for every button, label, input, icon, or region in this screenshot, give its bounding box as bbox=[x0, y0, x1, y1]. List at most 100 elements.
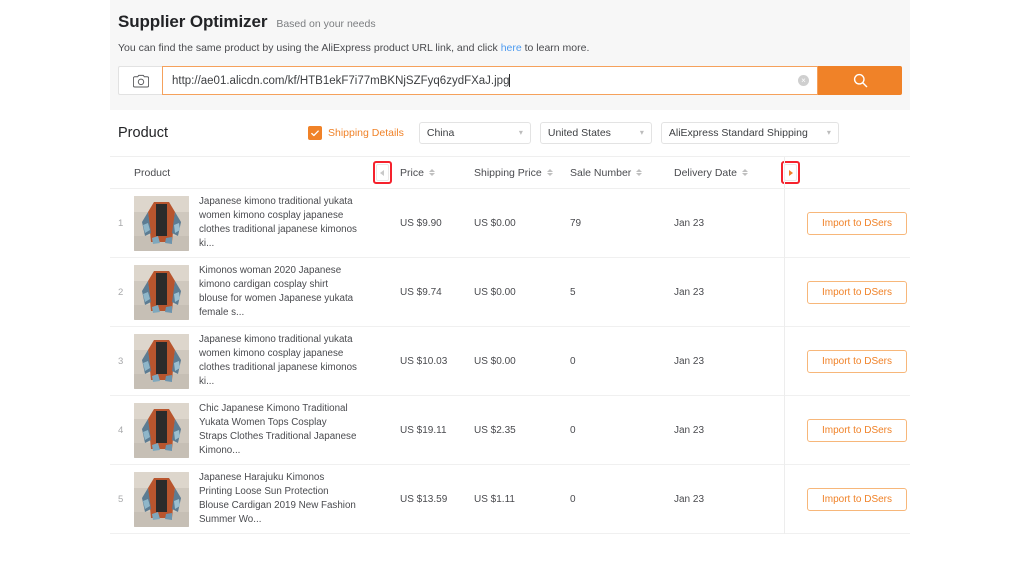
search-icon bbox=[853, 73, 867, 88]
product-price: US $13.59 bbox=[400, 493, 448, 505]
product-section-title: Product bbox=[118, 125, 168, 141]
column-header-sale-number-label: Sale Number bbox=[570, 166, 632, 179]
import-to-dsers-button[interactable]: Import to DSers bbox=[807, 280, 907, 304]
product-sale-number: 5 bbox=[570, 286, 576, 298]
text-caret bbox=[509, 74, 511, 87]
product-shipping-price: US $0.00 bbox=[474, 217, 516, 229]
row-index: 2 bbox=[118, 286, 124, 298]
product-thumbnail[interactable] bbox=[134, 471, 189, 527]
sort-icon[interactable] bbox=[742, 169, 749, 176]
row-action-cell: Import to DSers bbox=[807, 211, 907, 235]
ship-from-select[interactable]: China ▾ bbox=[418, 122, 531, 144]
table-header-row: Product Price Shipping Price Sale Number… bbox=[110, 157, 910, 189]
import-to-dsers-button[interactable]: Import to DSers bbox=[807, 211, 907, 235]
shipping-details-label: Shipping Details bbox=[327, 127, 404, 139]
scroll-right-wrapper bbox=[769, 161, 807, 184]
hint-text-before: You can find the same product by using t… bbox=[118, 42, 501, 54]
product-delivery-date: Jan 23 bbox=[674, 217, 705, 229]
column-header-product-label: Product bbox=[134, 166, 171, 179]
chevron-down-icon: ▾ bbox=[518, 128, 523, 137]
column-header-shipping-price-label: Shipping Price bbox=[474, 166, 542, 179]
column-header-delivery-date[interactable]: Delivery Date bbox=[674, 167, 769, 179]
row-action-cell: Import to DSers bbox=[807, 487, 907, 511]
product-name: Japanese kimono traditional yukata women… bbox=[199, 195, 357, 250]
product-name: Kimonos woman 2020 Japanese kimono cardi… bbox=[199, 264, 354, 319]
row-action-cell: Import to DSers bbox=[807, 349, 907, 373]
product-sale-number: 0 bbox=[570, 355, 576, 367]
page-title-main: Supplier Optimizer bbox=[118, 12, 268, 31]
url-input-value: http://ae01.alicdn.com/kf/HTB1ekF7i77mBK… bbox=[172, 74, 510, 87]
product-thumbnail[interactable] bbox=[134, 333, 189, 389]
row-product-cell: Chic Japanese Kimono Traditional Yukata … bbox=[134, 402, 364, 459]
column-header-sale-number[interactable]: Sale Number bbox=[570, 167, 674, 179]
product-sale-number: 0 bbox=[570, 493, 576, 505]
shipping-method-select[interactable]: AliExpress Standard Shipping ▾ bbox=[660, 122, 839, 144]
search-bar: http://ae01.alicdn.com/kf/HTB1ekF7i77mBK… bbox=[118, 66, 902, 95]
product-delivery-date: Jan 23 bbox=[674, 493, 705, 505]
row-action-cell: Import to DSers bbox=[807, 418, 907, 442]
column-header-shipping-price[interactable]: Shipping Price bbox=[474, 167, 570, 179]
hint-link-here[interactable]: here bbox=[501, 42, 522, 54]
product-thumbnail[interactable] bbox=[134, 195, 189, 251]
table-body: 1 Japanese kimono traditional yukata wom… bbox=[110, 189, 910, 534]
page-title: Supplier Optimizer Based on your needs bbox=[118, 12, 902, 32]
import-to-dsers-button[interactable]: Import to DSers bbox=[807, 487, 907, 511]
camera-icon bbox=[132, 74, 149, 87]
row-action-cell: Import to DSers bbox=[807, 280, 907, 304]
kimono-product-image bbox=[134, 333, 189, 389]
product-price: US $9.90 bbox=[400, 217, 442, 229]
import-to-dsers-button[interactable]: Import to DSers bbox=[807, 349, 907, 373]
product-delivery-date: Jan 23 bbox=[674, 355, 705, 367]
import-to-dsers-button[interactable]: Import to DSers bbox=[807, 418, 907, 442]
checkbox-box bbox=[307, 126, 322, 140]
table-row[interactable]: 3 Japanese kimono traditional yukata wom… bbox=[110, 327, 910, 396]
search-button[interactable] bbox=[818, 66, 902, 95]
row-index: 1 bbox=[118, 217, 124, 229]
camera-upload-button[interactable] bbox=[118, 66, 162, 95]
product-delivery-date: Jan 23 bbox=[674, 286, 705, 298]
row-product-cell: Japanese Harajuku Kimonos Printing Loose… bbox=[134, 471, 364, 528]
table-row[interactable]: 1 Japanese kimono traditional yukata wom… bbox=[110, 189, 910, 258]
column-header-delivery-date-label: Delivery Date bbox=[674, 166, 738, 179]
scroll-left-button[interactable] bbox=[375, 164, 389, 181]
product-name: Japanese Harajuku Kimonos Printing Loose… bbox=[199, 471, 356, 526]
sort-icon[interactable] bbox=[636, 169, 643, 176]
product-price: US $19.11 bbox=[400, 424, 447, 436]
product-shipping-price: US $2.35 bbox=[474, 424, 516, 436]
sort-icon[interactable] bbox=[546, 169, 553, 176]
row-index: 5 bbox=[118, 493, 124, 505]
row-index: 3 bbox=[118, 355, 124, 367]
kimono-product-image bbox=[134, 402, 189, 458]
product-thumbnail[interactable] bbox=[134, 402, 189, 458]
sort-icon[interactable] bbox=[428, 169, 435, 176]
column-header-product: Product bbox=[134, 167, 364, 179]
table-row[interactable]: 4 Chic Japanese Kimono Traditional Yukat… bbox=[110, 396, 910, 465]
product-sale-number: 79 bbox=[570, 217, 582, 229]
product-name: Chic Japanese Kimono Traditional Yukata … bbox=[199, 402, 357, 457]
column-header-price[interactable]: Price bbox=[400, 167, 474, 179]
ship-to-select[interactable]: United States ▾ bbox=[539, 122, 652, 144]
chevron-down-icon: ▾ bbox=[639, 128, 644, 137]
hint-text: You can find the same product by using t… bbox=[118, 42, 902, 54]
product-delivery-date: Jan 23 bbox=[674, 424, 705, 436]
filter-bar: Product Shipping Details China ▾ United … bbox=[110, 110, 910, 157]
page-title-subtitle: Based on your needs bbox=[276, 18, 376, 30]
clear-input-icon[interactable]: × bbox=[798, 75, 809, 86]
fixed-column-divider bbox=[784, 157, 785, 188]
table-row[interactable]: 2 Kimonos woman 2020 Japanese kimono car… bbox=[110, 258, 910, 327]
shipping-method-value: AliExpress Standard Shipping bbox=[668, 127, 808, 139]
caret-left-icon bbox=[380, 169, 384, 176]
product-price: US $9.74 bbox=[400, 286, 442, 298]
product-thumbnail[interactable] bbox=[134, 264, 189, 320]
shipping-details-checkbox[interactable]: Shipping Details bbox=[307, 126, 404, 140]
kimono-product-image bbox=[134, 471, 189, 527]
fixed-column-divider bbox=[784, 189, 785, 534]
kimono-product-image bbox=[134, 264, 189, 320]
url-input-wrapper[interactable]: http://ae01.alicdn.com/kf/HTB1ekF7i77mBK… bbox=[162, 66, 818, 95]
product-shipping-price: US $0.00 bbox=[474, 286, 516, 298]
table-row[interactable]: 5 Japanese Harajuku Kimonos Printing Loo… bbox=[110, 465, 910, 534]
hint-text-after: to learn more. bbox=[521, 42, 590, 54]
product-shipping-price: US $1.11 bbox=[474, 493, 515, 505]
kimono-product-image bbox=[134, 195, 189, 251]
scroll-right-button[interactable] bbox=[784, 164, 797, 181]
